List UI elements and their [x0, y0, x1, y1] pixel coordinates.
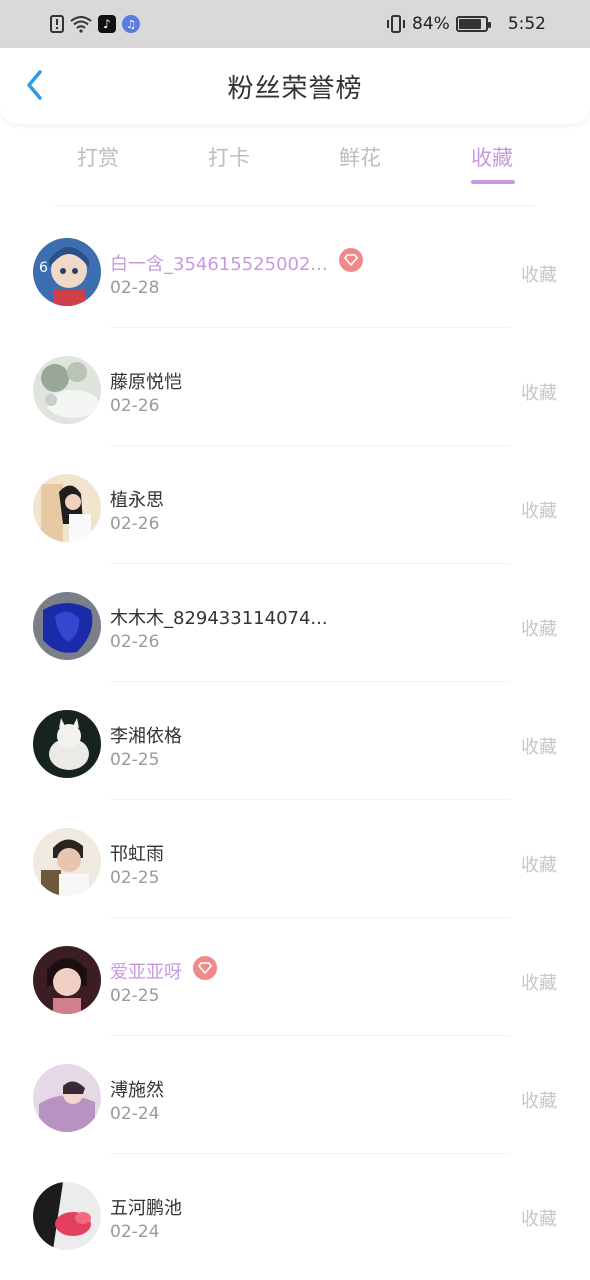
fan-name: 李湘依格: [110, 726, 182, 747]
list-item[interactable]: 李湘依格 02-25 收藏: [0, 682, 590, 800]
fan-name: 溥施然: [110, 1080, 164, 1101]
avatar: [33, 828, 101, 896]
action-label: 收藏: [521, 501, 557, 522]
list-item[interactable]: 木木木_829433114074... 02-26 收藏: [0, 564, 590, 682]
list-item[interactable]: 五河鹏池 02-24 收藏: [0, 1154, 590, 1272]
fan-date: 02-24: [110, 1104, 160, 1124]
avatar: 6: [33, 238, 101, 306]
fan-date: 02-25: [110, 868, 160, 888]
list-item[interactable]: 溥施然 02-24 收藏: [0, 1036, 590, 1154]
fan-date: 02-26: [110, 632, 160, 652]
list-item[interactable]: 植永思 02-26 收藏: [0, 446, 590, 564]
chevron-left-icon: [24, 69, 44, 105]
alert-icon: [50, 15, 64, 33]
svg-text:6: 6: [39, 260, 48, 276]
header-bar: 粉丝荣誉榜: [0, 48, 590, 124]
status-right-icons: 84% 5:52: [386, 14, 546, 34]
battery-percent: 84%: [412, 14, 450, 34]
tab-favorites-label: 收藏: [471, 146, 513, 170]
avatar: [33, 710, 101, 778]
tab-flowers[interactable]: 鲜花: [315, 142, 405, 172]
tiktok-icon: ♪: [98, 15, 116, 33]
battery-icon: [455, 16, 491, 32]
fan-date: 02-25: [110, 986, 160, 1006]
list-item[interactable]: 6 白一含_354615525002... 02-28 收藏: [0, 210, 590, 328]
action-label: 收藏: [521, 1209, 557, 1230]
list-item[interactable]: 爱亚亚呀 02-25 收藏: [0, 918, 590, 1036]
list-item[interactable]: 藤原悦恺 02-26 收藏: [0, 328, 590, 446]
action-label: 收藏: [521, 383, 557, 404]
active-tab-indicator: [471, 180, 515, 184]
fan-name: 爱亚亚呀: [110, 962, 182, 983]
status-left-icons: ♪ ♫: [50, 15, 140, 33]
page-title: 粉丝荣誉榜: [227, 73, 363, 104]
status-bar: ♪ ♫ 84% 5:52: [0, 0, 590, 48]
avatar: [33, 356, 101, 424]
action-label: 收藏: [521, 855, 557, 876]
list-item[interactable]: 邗虹雨 02-25 收藏: [0, 800, 590, 918]
fan-name: 藤原悦恺: [110, 372, 182, 393]
avatar: [33, 474, 101, 542]
status-time: 5:52: [507, 14, 546, 34]
diamond-icon: [339, 248, 363, 272]
diamond-icon: [193, 956, 217, 980]
fan-date: 02-24: [110, 1222, 160, 1242]
wifi-icon: [70, 15, 92, 33]
action-label: 收藏: [521, 737, 557, 758]
action-label: 收藏: [521, 619, 557, 640]
avatar: [33, 1182, 101, 1250]
action-label: 收藏: [521, 265, 557, 286]
tab-bar: 打赏 打卡 鲜花 收藏: [0, 128, 590, 192]
action-label: 收藏: [521, 1091, 557, 1112]
back-button[interactable]: [18, 70, 50, 104]
tab-favorites[interactable]: 收藏: [447, 142, 537, 184]
fan-name: 植永思: [110, 490, 164, 511]
avatar: [33, 1064, 101, 1132]
tab-tip[interactable]: 打赏: [53, 142, 143, 172]
fan-date: 02-26: [110, 396, 160, 416]
action-label: 收藏: [521, 973, 557, 994]
tab-checkin[interactable]: 打卡: [184, 142, 274, 172]
avatar: [33, 592, 101, 660]
fan-date: 02-28: [110, 278, 160, 298]
fan-name: 五河鹏池: [110, 1198, 182, 1219]
fan-name: 木木木_829433114074...: [110, 608, 328, 629]
music-app-icon: ♫: [122, 15, 140, 33]
avatar: [33, 946, 101, 1014]
fan-date: 02-26: [110, 514, 160, 534]
vibrate-icon: [386, 15, 406, 33]
divider: [55, 205, 535, 206]
fan-date: 02-25: [110, 750, 160, 770]
fan-list: 6 白一含_354615525002... 02-28 收藏 藤原悦恺 02-2…: [0, 210, 590, 1272]
fan-name: 白一含_354615525002...: [110, 254, 328, 275]
fan-name: 邗虹雨: [110, 844, 164, 865]
